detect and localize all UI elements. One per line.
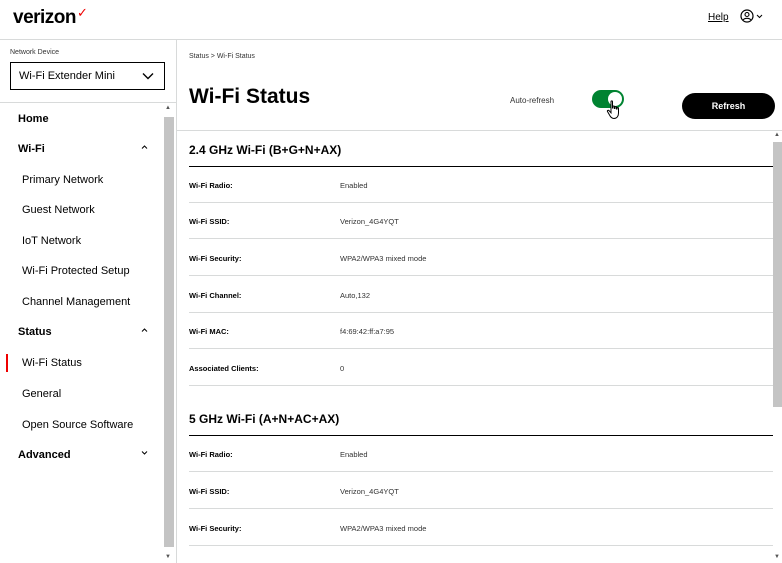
device-select-value: Wi-Fi Extender Mini <box>19 70 115 82</box>
refresh-button[interactable]: Refresh <box>682 93 775 119</box>
table-row: Wi-Fi MAC: f4:69:42:ff:a7:95 <box>189 313 773 349</box>
content-scrollbar[interactable]: ▲ ▼ <box>773 130 782 563</box>
table-row: Associated Clients: 0 <box>189 350 773 386</box>
row-label: Wi-Fi Security: <box>189 524 242 533</box>
sidebar-scroll-thumb[interactable] <box>164 117 174 547</box>
row-value: Enabled <box>340 450 368 459</box>
table-row: Wi-Fi Channel: Auto,132 <box>189 277 773 313</box>
chevron-down-icon <box>756 14 763 18</box>
sidebar-item-general[interactable]: General <box>0 379 162 409</box>
sidebar-item-wifi-protected-setup[interactable]: Wi-Fi Protected Setup <box>0 256 162 286</box>
sidebar-item-label: Status <box>18 326 52 338</box>
table-row: Wi-Fi Security: WPA2/WPA3 mixed mode <box>189 510 773 546</box>
row-value: WPA2/WPA3 mixed mode <box>340 254 427 263</box>
section-title-2-4ghz: 2.4 GHz Wi-Fi (B+G+N+AX) <box>189 143 342 157</box>
row-label: Wi-Fi Security: <box>189 254 242 263</box>
auto-refresh-label: Auto-refresh <box>510 96 555 105</box>
device-select[interactable]: Wi-Fi Extender Mini <box>10 62 165 90</box>
row-value: Verizon_4G4YQT <box>340 487 399 496</box>
row-value: Auto,132 <box>340 291 371 300</box>
sidebar-item-label: Open Source Software <box>22 419 134 431</box>
row-value: WPA2/WPA3 mixed mode <box>340 524 427 533</box>
main-panel: Status > Wi-Fi Status Wi-Fi Status Auto-… <box>177 40 782 563</box>
sidebar: Network Device Wi-Fi Extender Mini Home … <box>0 40 177 563</box>
hand-pointer-icon <box>606 100 619 120</box>
sidebar-item-open-source-software[interactable]: Open Source Software <box>0 410 162 440</box>
row-label: Associated Clients: <box>189 364 259 373</box>
sidebar-item-label: Home <box>18 113 49 125</box>
section-title-5ghz: 5 GHz Wi-Fi (A+N+AC+AX) <box>189 412 340 426</box>
sidebar-item-label: Channel Management <box>22 296 131 308</box>
breadcrumb: Status > Wi-Fi Status <box>189 53 255 60</box>
sidebar-item-label: Advanced <box>18 449 71 461</box>
sidebar-item-label: Wi-Fi <box>18 143 45 155</box>
chevron-up-icon <box>141 328 148 332</box>
row-label: Wi-Fi Radio: <box>189 450 233 459</box>
table-row: Wi-Fi SSID: Verizon_4G4YQT <box>189 473 773 509</box>
row-label: Wi-Fi Channel: <box>189 291 242 300</box>
chevron-down-icon <box>142 73 154 80</box>
chevron-up-icon <box>141 145 148 149</box>
table-row: Wi-Fi Radio: Enabled <box>189 436 773 472</box>
sidebar-item-channel-management[interactable]: Channel Management <box>0 287 162 317</box>
sidebar-divider <box>0 102 176 103</box>
row-label: Wi-Fi SSID: <box>189 487 230 496</box>
scroll-down-arrow-icon[interactable]: ▼ <box>165 554 171 560</box>
chevron-down-icon <box>141 451 148 455</box>
table-row: Wi-Fi Radio: Enabled <box>189 167 773 203</box>
device-label: Network Device <box>10 49 60 56</box>
row-label: Wi-Fi MAC: <box>189 327 229 336</box>
scroll-down-arrow-icon[interactable]: ▼ <box>774 554 780 560</box>
row-value: 0 <box>340 364 345 373</box>
scroll-up-arrow-icon[interactable]: ▲ <box>774 132 780 138</box>
sidebar-item-status[interactable]: Status <box>0 317 162 347</box>
table-row: Wi-Fi SSID: Verizon_4G4YQT <box>189 203 773 239</box>
sidebar-item-label: IoT Network <box>22 235 82 247</box>
sidebar-item-primary-network[interactable]: Primary Network <box>0 165 162 195</box>
content-scroll-thumb[interactable] <box>773 142 782 407</box>
row-value: f4:69:42:ff:a7:95 <box>340 327 395 336</box>
scroll-up-arrow-icon[interactable]: ▲ <box>165 105 171 111</box>
status-content: 2.4 GHz Wi-Fi (B+G+N+AX) Wi-Fi Radio: En… <box>177 130 782 563</box>
sidebar-item-label: Wi-Fi Protected Setup <box>22 265 130 277</box>
user-icon <box>740 9 754 23</box>
sidebar-item-label: Guest Network <box>22 204 95 216</box>
sidebar-item-label: Primary Network <box>22 174 104 186</box>
sidebar-item-iot-network[interactable]: IoT Network <box>0 226 162 256</box>
sidebar-item-wifi[interactable]: Wi-Fi <box>0 134 162 164</box>
sidebar-scrollbar[interactable]: ▲ ▼ <box>163 103 175 563</box>
verizon-logo[interactable]: verizon✓ <box>13 5 88 29</box>
logo-text: verizon <box>13 7 77 28</box>
table-row: Wi-Fi Security: WPA2/WPA3 mixed mode <box>189 240 773 276</box>
sidebar-item-advanced[interactable]: Advanced <box>0 440 162 470</box>
top-bar: verizon✓ Help <box>0 0 782 40</box>
sidebar-item-wifi-status[interactable]: Wi-Fi Status <box>0 348 162 378</box>
logo-check-icon: ✓ <box>77 5 88 20</box>
sidebar-item-guest-network[interactable]: Guest Network <box>0 195 162 225</box>
row-label: Wi-Fi SSID: <box>189 217 230 226</box>
row-value: Enabled <box>340 181 368 190</box>
sidebar-item-home[interactable]: Home <box>0 104 162 134</box>
sidebar-item-label: General <box>22 388 62 400</box>
row-label: Wi-Fi Radio: <box>189 181 233 190</box>
user-menu-button[interactable] <box>740 9 763 23</box>
sidebar-item-label: Wi-Fi Status <box>22 357 82 369</box>
row-value: Verizon_4G4YQT <box>340 217 399 226</box>
page-title: Wi-Fi Status <box>189 85 311 108</box>
help-link[interactable]: Help <box>708 12 729 23</box>
